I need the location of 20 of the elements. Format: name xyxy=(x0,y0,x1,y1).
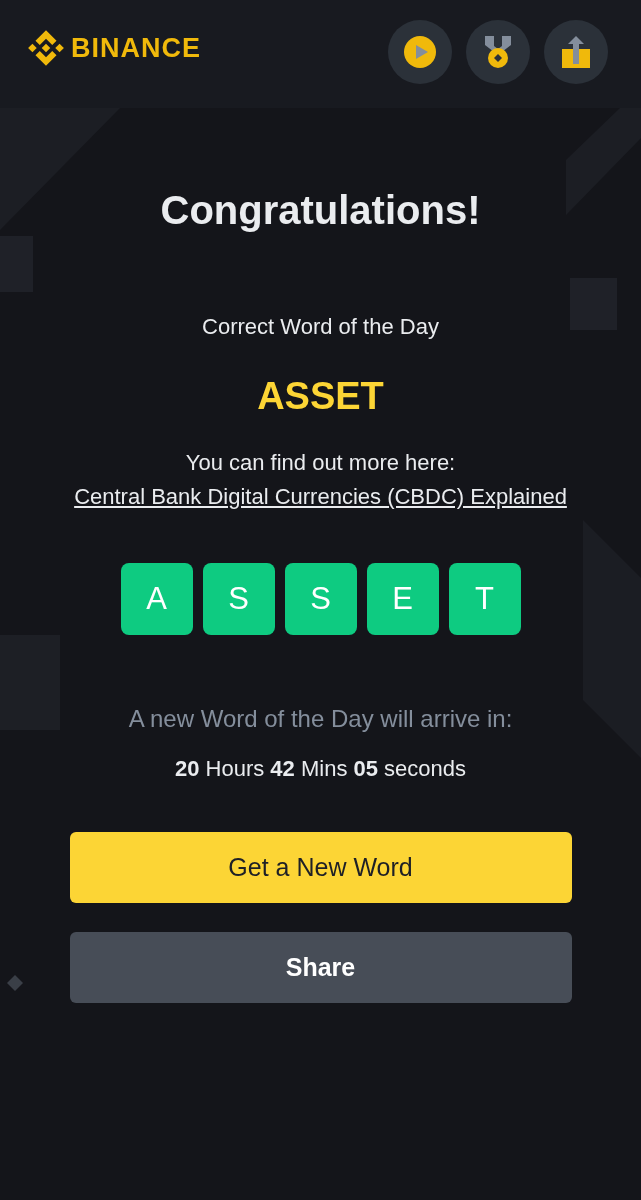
letter-tile: S xyxy=(202,563,275,635)
next-word-text: A new Word of the Day will arrive in: xyxy=(128,704,513,734)
medal-icon xyxy=(485,36,511,68)
logo-icon xyxy=(28,30,64,66)
letter-tile: S xyxy=(284,563,357,635)
play-icon xyxy=(404,36,436,68)
answer-word: ASSET xyxy=(257,374,384,419)
letter-tile: A xyxy=(120,563,193,635)
upload-icon xyxy=(562,36,590,68)
info-text: You can find out more here: Central Bank Digital Currencies (CBDC) Explained xyxy=(73,449,568,511)
article-link[interactable]: Central Bank Digital Currencies (CBDC) Explained xyxy=(74,484,567,509)
primary-button[interactable]: Get a New Word xyxy=(69,832,572,903)
secondary-button[interactable]: Share xyxy=(69,932,572,1003)
letter-tile: E xyxy=(366,563,439,635)
diamond-shape xyxy=(7,975,23,991)
congratulations-title: Congratulations! xyxy=(160,187,481,234)
countdown-text: 20 Hours 42 Mins 05 seconds xyxy=(174,755,467,783)
letter-tile: T xyxy=(448,563,521,635)
subtitle-text: Correct Word of the Day xyxy=(202,313,439,341)
logo-text: BINANCE xyxy=(71,34,201,62)
